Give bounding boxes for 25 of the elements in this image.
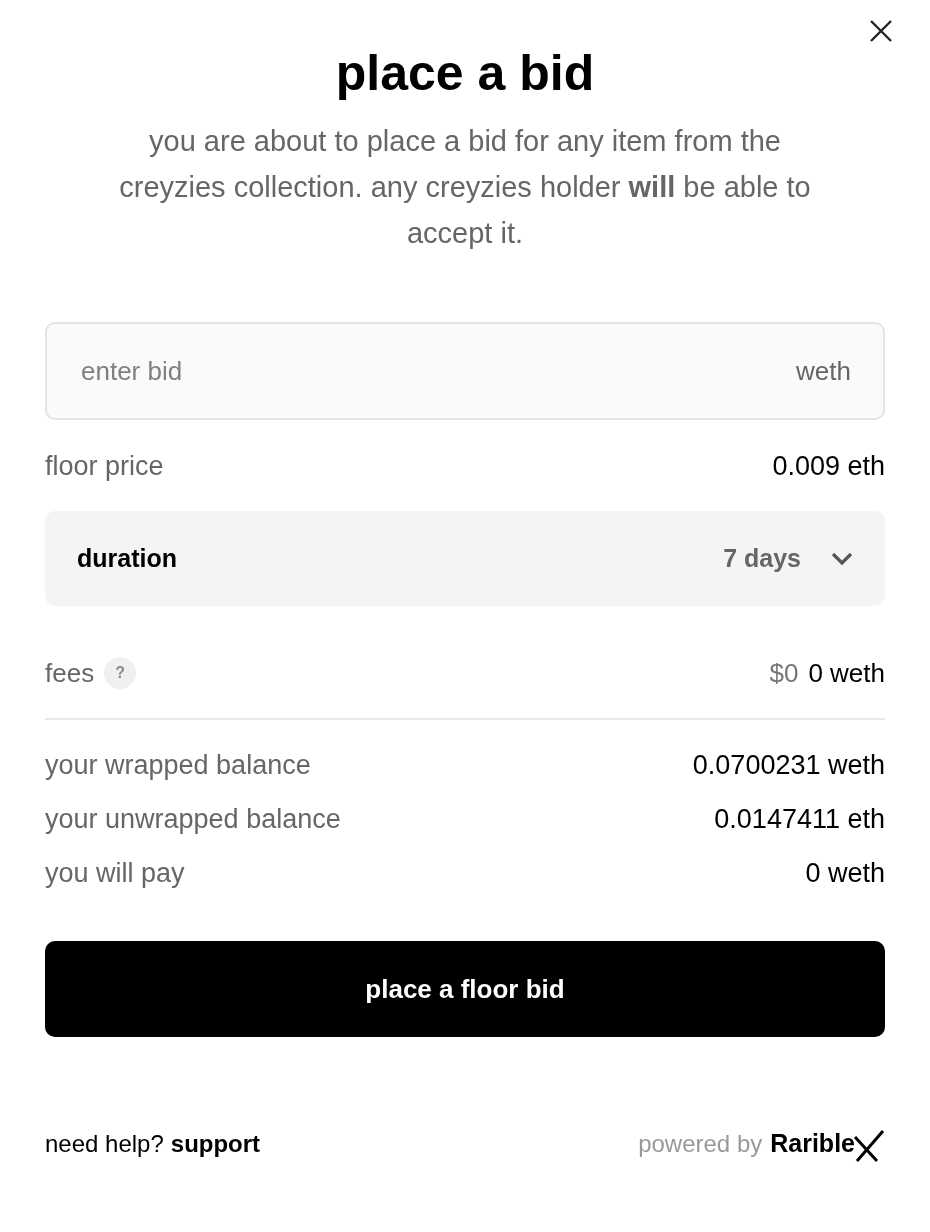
description-text: you are about to place a bid for any item from the creyzies collection. any creyzies holder will be able to accept it. <box>118 124 812 251</box>
row-value: 0.0147411 eth <box>714 802 885 836</box>
row-label: fees <box>45 656 95 690</box>
dropdown-value: 7 days <box>723 542 801 574</box>
help-text: need help? <box>45 1129 164 1159</box>
powered-by-text: powered by <box>638 1129 763 1159</box>
place-bid-button[interactable]: place a floor bid <box>45 941 885 1037</box>
support-link[interactable]: support <box>170 1126 261 1162</box>
row-value: 0.0700231 weth <box>692 748 885 782</box>
row-value: 0 weth <box>808 656 885 690</box>
row-label: your wrapped balance <box>45 748 311 782</box>
close-button[interactable] <box>868 18 894 44</box>
dropdown-label: duration <box>77 542 178 574</box>
row-value: 0 weth <box>805 856 885 890</box>
usd-value: $0 <box>769 656 799 690</box>
row-label: your unwrapped balance <box>45 802 341 836</box>
row-label: you will pay <box>45 856 185 890</box>
brand-name: Rarible <box>770 1128 855 1160</box>
chevron-down-icon <box>831 551 853 566</box>
duration-dropdown[interactable]: duration 7 days <box>45 511 885 606</box>
row-label: floor price <box>45 449 164 483</box>
close-icon <box>869 19 893 43</box>
row-value: 0.009 eth <box>772 449 885 483</box>
currency-label: weth <box>796 355 851 388</box>
dialog-title: place a bid <box>334 44 596 103</box>
